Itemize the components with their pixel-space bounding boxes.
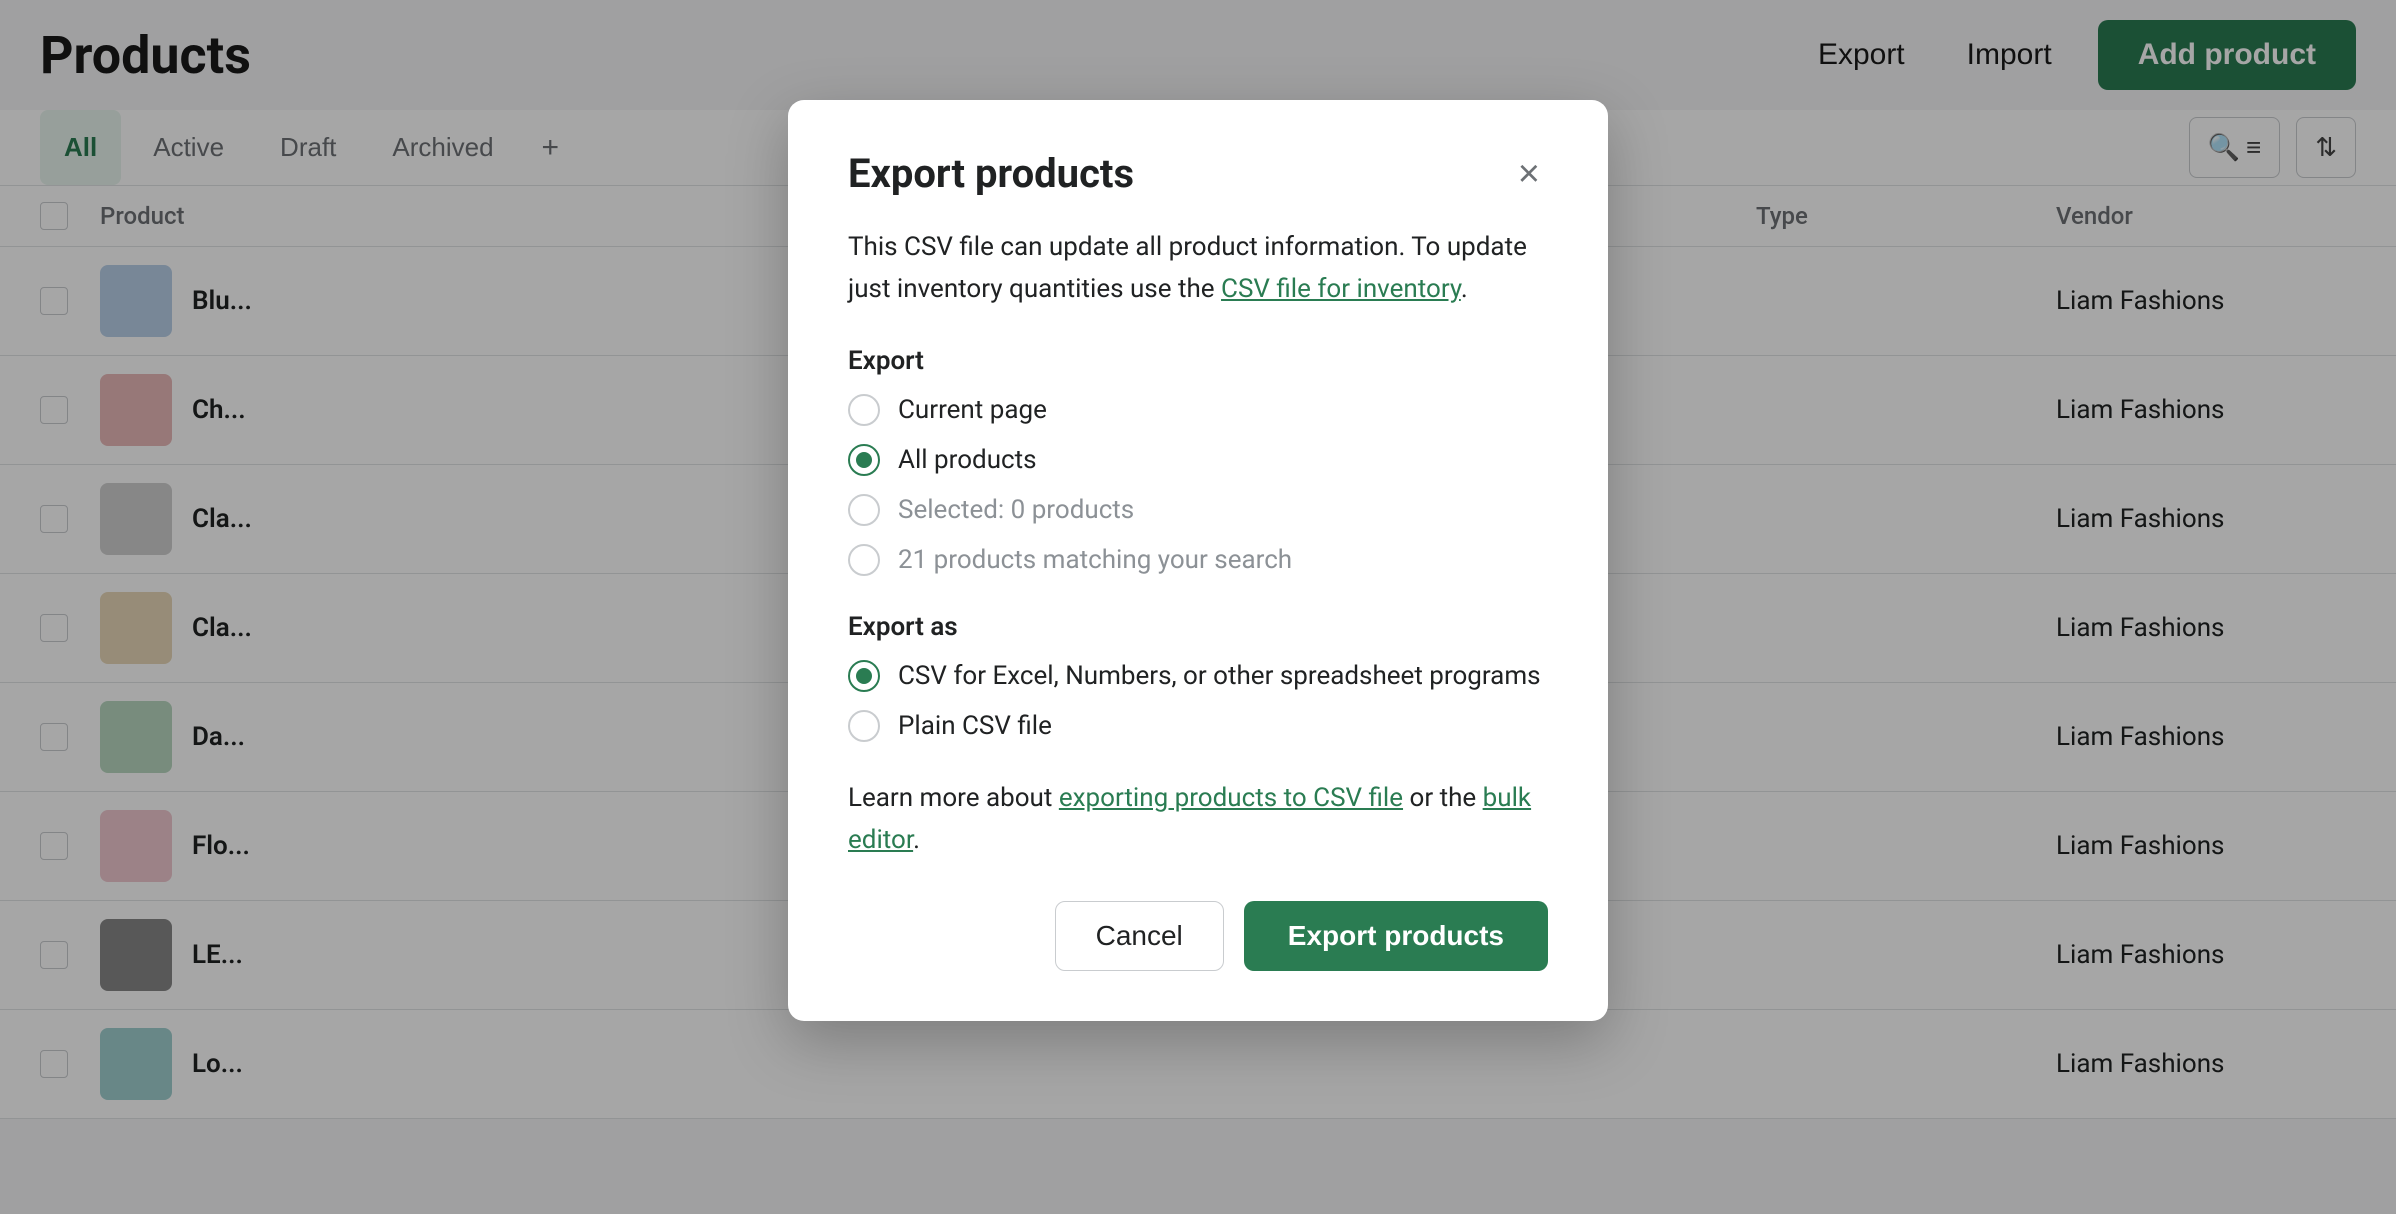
modal-overlay: Export products × This CSV file can upda… [0,0,2396,1214]
cancel-button[interactable]: Cancel [1055,901,1224,971]
radio-circle-selected [848,494,880,526]
learn-or: or the [1409,783,1482,813]
radio-circle-matching [848,544,880,576]
csv-inventory-link[interactable]: CSV file for inventory [1221,274,1461,304]
export-as-label-plain-csv: Plain CSV file [898,711,1052,741]
radio-dot-csv-excel [856,668,872,684]
modal-learn-more: Learn more about exporting products to C… [848,778,1548,861]
modal-desc-end: . [1461,274,1468,304]
export-label-matching: 21 products matching your search [898,545,1292,575]
export-option-selected[interactable]: Selected: 0 products [848,494,1548,526]
learn-export-link[interactable]: exporting products to CSV file [1059,783,1403,813]
export-as-section-label: Export as [848,612,1548,642]
export-as-radio-group: CSV for Excel, Numbers, or other spreads… [848,660,1548,742]
modal-footer: Cancel Export products [848,901,1548,971]
close-modal-button[interactable]: × [1510,151,1548,197]
export-radio-group: Current page All products Selected: 0 pr… [848,394,1548,576]
export-label-selected: Selected: 0 products [898,495,1134,525]
export-option-current-page[interactable]: Current page [848,394,1548,426]
export-label-all-products: All products [898,445,1037,475]
learn-text: Learn more about [848,783,1052,813]
export-label-current-page: Current page [898,395,1047,425]
learn-end: . [913,825,920,855]
modal-description: This CSV file can update all product inf… [848,227,1548,310]
radio-circle-plain-csv [848,710,880,742]
export-as-label-csv-excel: CSV for Excel, Numbers, or other spreads… [898,661,1541,691]
export-as-option-csv-excel[interactable]: CSV for Excel, Numbers, or other spreads… [848,660,1548,692]
radio-dot-all-products [856,452,872,468]
export-option-all-products[interactable]: All products [848,444,1548,476]
radio-circle-current-page [848,394,880,426]
export-modal: Export products × This CSV file can upda… [788,100,1608,1021]
export-section-label: Export [848,346,1548,376]
export-products-button[interactable]: Export products [1244,901,1548,971]
radio-circle-all-products [848,444,880,476]
export-option-matching[interactable]: 21 products matching your search [848,544,1548,576]
export-as-option-plain-csv[interactable]: Plain CSV file [848,710,1548,742]
modal-title: Export products [848,150,1134,197]
radio-circle-csv-excel [848,660,880,692]
modal-header: Export products × [848,150,1548,197]
